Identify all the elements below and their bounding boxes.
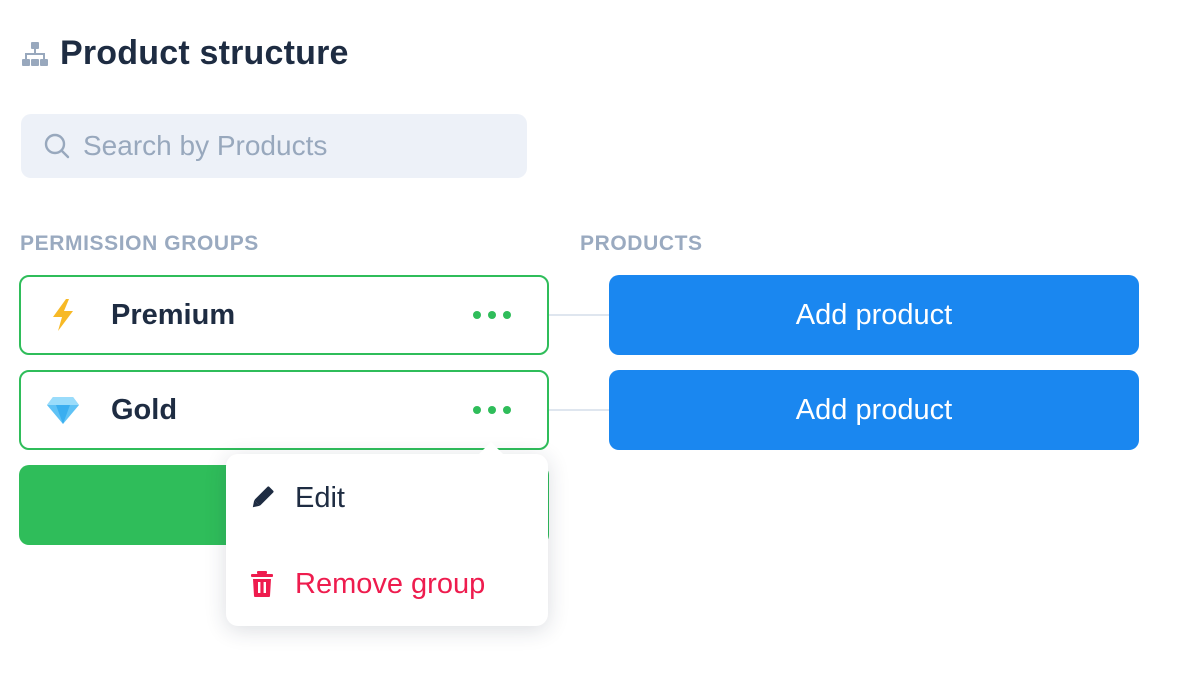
trash-icon <box>247 570 277 598</box>
pencil-icon <box>247 484 277 512</box>
group-connector <box>549 409 609 411</box>
page-title: Product structure <box>60 34 349 72</box>
group-context-menu: Edit Remove group <box>226 442 548 626</box>
menu-item-edit[interactable]: Edit <box>226 468 548 528</box>
more-dots-icon[interactable] <box>467 295 517 335</box>
search-icon <box>43 132 71 160</box>
add-product-button[interactable]: Add product <box>609 275 1139 355</box>
search-input[interactable] <box>81 129 505 163</box>
menu-item-label: Remove group <box>295 567 486 600</box>
more-dots-icon[interactable] <box>467 390 517 430</box>
menu-item-remove-group[interactable]: Remove group <box>226 554 548 614</box>
menu-item-label: Edit <box>295 481 345 514</box>
menu-caret <box>477 442 505 456</box>
permission-groups-label: PERMISSION GROUPS <box>20 232 259 255</box>
lightning-icon <box>43 298 83 332</box>
diamond-icon <box>43 395 83 425</box>
group-connector <box>549 314 609 316</box>
group-card-gold[interactable]: Gold <box>19 370 549 450</box>
search-box[interactable] <box>21 114 527 178</box>
hierarchy-icon <box>20 39 50 69</box>
products-label: PRODUCTS <box>580 232 703 255</box>
add-product-button[interactable]: Add product <box>609 370 1139 450</box>
group-name: Gold <box>111 393 178 426</box>
page-header: Product structure <box>20 34 349 73</box>
group-name: Premium <box>111 298 236 331</box>
group-card-premium[interactable]: Premium <box>19 275 549 355</box>
